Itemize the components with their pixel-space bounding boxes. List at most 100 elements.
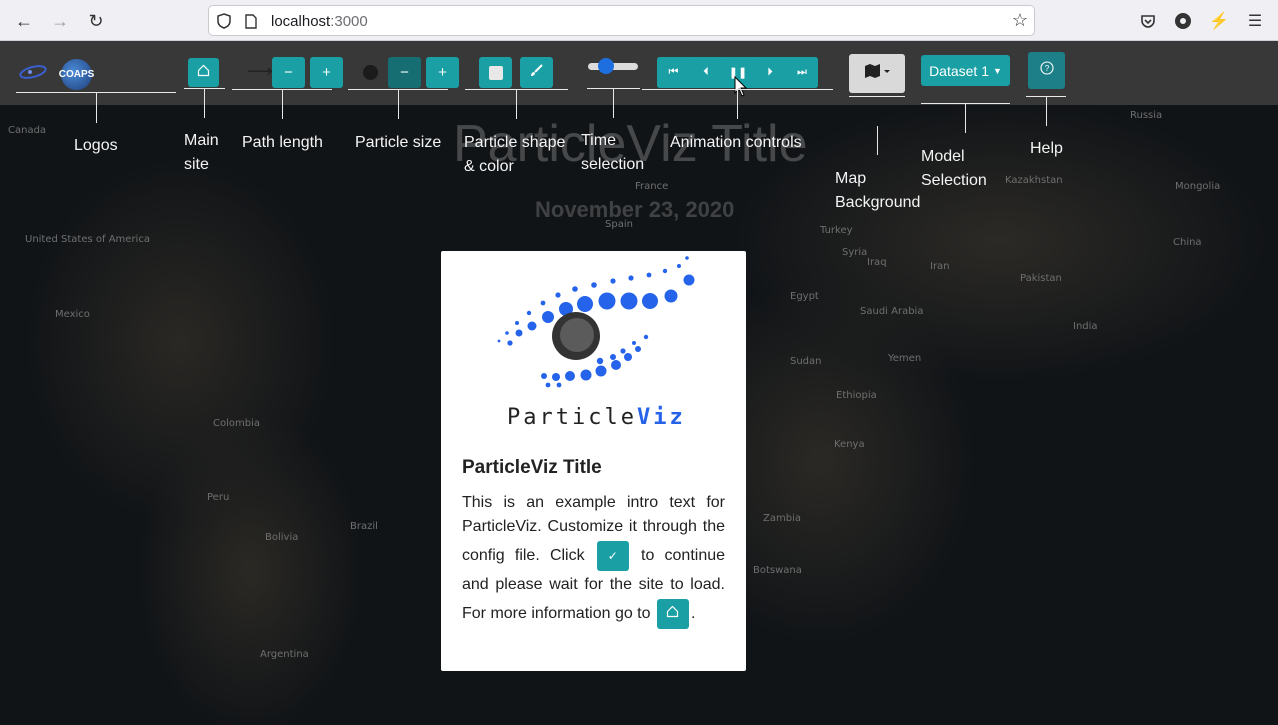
map-label: United States of America	[25, 234, 150, 245]
particle-dot-icon	[363, 65, 378, 80]
map-label: Yemen	[888, 353, 922, 364]
annotation-map-2: Background	[835, 194, 921, 211]
modal-body: This is an example intro text for Partic…	[462, 491, 725, 631]
intro-modal: ParticleViz ParticleViz Title This is an…	[441, 251, 746, 671]
reload-icon[interactable]: ↻	[83, 8, 109, 34]
annotation-line	[877, 126, 878, 155]
annotation-line	[737, 90, 738, 119]
url-text[interactable]: localhost:3000	[271, 13, 368, 30]
lightning-icon[interactable]: ⚡	[1206, 8, 1232, 34]
map-label: Peru	[207, 492, 230, 503]
annotation-logos: Logos	[74, 137, 118, 154]
home-icon	[666, 602, 679, 626]
skip-forward-button[interactable]: ⏭	[786, 57, 818, 88]
shield-icon[interactable]	[217, 13, 231, 29]
map-label: India	[1073, 321, 1098, 332]
page-date: November 23, 2020	[535, 197, 735, 222]
map-label: Russia	[1130, 110, 1163, 121]
time-slider-handle[interactable]	[598, 58, 614, 74]
annotation-line	[398, 90, 399, 119]
menu-icon[interactable]: ☰	[1242, 8, 1268, 34]
map-label: Egypt	[790, 291, 819, 302]
annotation-line	[613, 89, 614, 118]
particleviz-wordmark: ParticleViz	[507, 405, 686, 430]
annotation-time-2: selection	[581, 156, 645, 173]
path-length-decrease-button[interactable]: −	[272, 57, 305, 88]
modal-heading: ParticleViz Title	[462, 457, 602, 478]
annotation-map-1: Map	[835, 170, 867, 187]
annotation-main-site-2: site	[184, 156, 209, 173]
svg-text:?: ?	[1044, 64, 1049, 73]
square-icon	[488, 65, 503, 80]
annotation-shape-color-1: Particle shape	[464, 134, 566, 151]
map-label: Mexico	[55, 309, 90, 320]
map-label: Iraq	[867, 257, 887, 268]
annotation-line	[282, 90, 283, 119]
brush-icon	[529, 63, 544, 82]
app-toolbar: COAPS ⟶ − + − + ⏮ ⏴ ❚❚ ⏵ ⏭ Dataset 1 ▼ ?	[0, 41, 1278, 105]
step-forward-button[interactable]: ⏵	[754, 57, 786, 88]
map-label: Brazil	[350, 521, 378, 532]
map-label: France	[635, 181, 669, 192]
map-label: Iran	[930, 261, 950, 272]
continue-button[interactable]: ✓	[596, 541, 629, 571]
map-label: Pakistan	[1020, 273, 1062, 284]
home-icon	[197, 64, 210, 81]
wordmark-blue: Viz	[636, 405, 686, 430]
particle-color-button[interactable]	[520, 57, 553, 88]
page-icon	[245, 14, 257, 29]
caret-down-icon: ▼	[993, 65, 1002, 76]
annotation-model-1: Model	[921, 148, 965, 165]
url-host: localhost	[271, 13, 331, 30]
coaps-logo-text: COAPS	[58, 69, 95, 80]
main-site-link-button[interactable]	[656, 599, 689, 629]
home-button[interactable]	[188, 58, 219, 87]
pocket-icon[interactable]	[1135, 8, 1161, 34]
path-length-increase-button[interactable]: +	[310, 57, 343, 88]
particle-size-decrease-button[interactable]: −	[388, 57, 421, 88]
map-label: Botswana	[753, 565, 802, 576]
back-icon[interactable]: ←	[11, 8, 37, 34]
extension-icon[interactable]	[1170, 8, 1196, 34]
annotation-path-length: Path length	[242, 134, 323, 151]
map-label: Saudi Arabia	[860, 306, 924, 317]
annotation-line	[849, 96, 905, 97]
annotation-line	[1046, 97, 1047, 126]
annotation-line	[965, 104, 966, 133]
check-icon: ✓	[607, 549, 618, 563]
annotation-line	[204, 89, 205, 118]
org-logo[interactable]	[18, 63, 48, 81]
url-port: :3000	[330, 13, 368, 30]
browser-toolbar: ← → ↻ localhost:3000 ☆ ⚡ ☰	[0, 0, 1278, 41]
particle-shape-button[interactable]	[479, 57, 512, 88]
annotation-particle-size: Particle size	[355, 134, 442, 151]
map-label: Colombia	[213, 418, 260, 429]
annotation-line	[516, 90, 517, 119]
step-back-button[interactable]: ⏴	[690, 57, 722, 88]
annotation-line	[96, 93, 97, 123]
url-bar[interactable]: localhost:3000 ☆	[208, 5, 1035, 36]
map-label: Kenya	[834, 439, 865, 450]
map-label: Argentina	[260, 649, 309, 660]
dataset-label: Dataset 1	[929, 62, 989, 79]
wordmark-dark: Particle	[507, 405, 637, 430]
annotation-time-1: Time	[581, 132, 616, 149]
map-label: Mongolia	[1175, 181, 1221, 192]
path-arrow-icon: ⟶	[247, 61, 273, 81]
map-background-dropdown[interactable]	[849, 54, 905, 93]
annotation-animation: Animation controls	[670, 134, 802, 151]
forward-icon[interactable]: →	[47, 8, 73, 34]
particle-size-increase-button[interactable]: +	[426, 57, 459, 88]
annotation-model-2: Selection	[921, 172, 987, 189]
map-label: Kazakhstan	[1005, 175, 1063, 186]
coaps-logo[interactable]: COAPS	[58, 59, 95, 90]
map-icon	[864, 64, 890, 83]
help-icon: ?	[1039, 61, 1054, 80]
modal-text-3: .	[690, 605, 696, 623]
dataset-dropdown[interactable]: Dataset 1 ▼	[921, 55, 1010, 86]
map-label: Sudan	[790, 356, 822, 367]
skip-back-button[interactable]: ⏮	[657, 57, 690, 88]
bookmark-star-icon[interactable]: ☆	[1012, 10, 1028, 31]
map-label: Canada	[8, 125, 47, 136]
help-button[interactable]: ?	[1028, 52, 1065, 89]
